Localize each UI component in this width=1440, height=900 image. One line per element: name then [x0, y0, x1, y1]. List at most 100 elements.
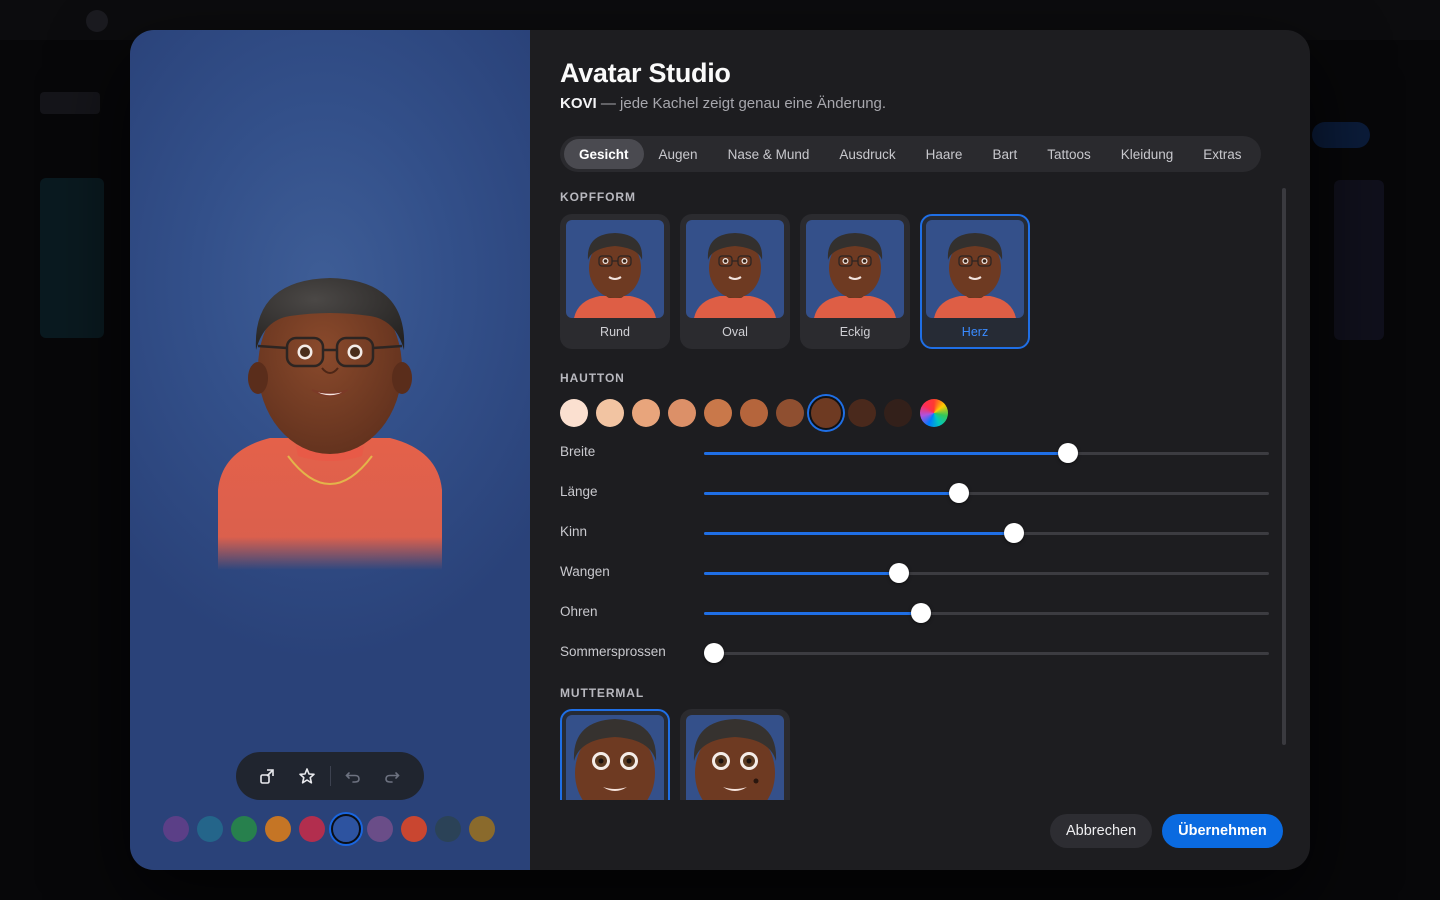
skin-tone-swatch[interactable]: [884, 399, 912, 427]
skin-tone-swatch[interactable]: [740, 399, 768, 427]
head-shape-thumbnail: [566, 220, 664, 318]
background-color-swatch[interactable]: [401, 816, 427, 842]
skin-tone-picker: [560, 396, 948, 430]
mole-options: [560, 709, 790, 800]
slider-track[interactable]: [704, 563, 1269, 583]
background-color-swatch[interactable]: [367, 816, 393, 842]
slider-fill: [704, 492, 960, 495]
tab-augen[interactable]: Augen: [644, 139, 713, 169]
skin-tone-swatch[interactable]: [776, 399, 804, 427]
slider-knob[interactable]: [911, 603, 932, 623]
tab-extras[interactable]: Extras: [1188, 139, 1256, 169]
tab-kleidung[interactable]: Kleidung: [1106, 139, 1189, 169]
skin-tone-swatch[interactable]: [632, 399, 660, 427]
avatar-preview: [130, 30, 530, 870]
slider-label: Breite: [560, 444, 596, 459]
shapes-icon[interactable]: [248, 756, 287, 796]
background-color-swatch[interactable]: [163, 816, 189, 842]
tab-nase-mund[interactable]: Nase & Mund: [713, 139, 825, 169]
slider-wangen: Wangen: [560, 563, 1270, 583]
slider-track[interactable]: [704, 603, 1269, 623]
slider-breite: Breite: [560, 443, 1270, 463]
tab-bart[interactable]: Bart: [977, 139, 1032, 169]
head-shape-label: Herz: [961, 325, 989, 339]
head-shape-thumbnail: [686, 220, 784, 318]
section-label-skin-tone: HAUTTON: [560, 371, 625, 385]
subtitle-text: — jede Kachel zeigt genau eine Änderung.: [600, 95, 887, 112]
skin-tone-swatch[interactable]: [668, 399, 696, 427]
background-color-swatch[interactable]: [197, 816, 223, 842]
background-color-swatch[interactable]: [299, 816, 325, 842]
slider-knob[interactable]: [1058, 443, 1079, 463]
avatar-studio-dialog: Avatar Studio KOVI — jede Kachel zeigt g…: [130, 30, 1310, 870]
slider-ohren: Ohren: [560, 603, 1270, 623]
background-color-swatch[interactable]: [469, 816, 495, 842]
slider-knob[interactable]: [704, 643, 724, 663]
skin-tone-swatch[interactable]: [560, 399, 588, 427]
undo-icon[interactable]: [333, 756, 372, 796]
background-button: [1312, 122, 1370, 148]
editor-panel: Avatar Studio KOVI — jede Kachel zeigt g…: [530, 30, 1310, 870]
redo-icon[interactable]: [373, 756, 412, 796]
slider-label: Wangen: [560, 564, 610, 579]
tab-haare[interactable]: Haare: [911, 139, 978, 169]
slider-label: Länge: [560, 484, 598, 499]
slider-track[interactable]: [704, 443, 1269, 463]
background-color-swatch[interactable]: [265, 816, 291, 842]
head-shape-label: Eckig: [839, 325, 871, 339]
background-color-swatch[interactable]: [231, 816, 257, 842]
tab-gesicht[interactable]: Gesicht: [564, 139, 644, 169]
apply-button[interactable]: Übernehmen: [1162, 814, 1283, 848]
slider-label: Sommersprossen: [560, 644, 666, 659]
head-shape-label: Rund: [600, 325, 630, 339]
mole-tile[interactable]: [560, 709, 670, 800]
slider-fill: [704, 612, 922, 615]
background-color-swatch[interactable]: [435, 816, 461, 842]
slider-track[interactable]: [704, 523, 1269, 543]
cancel-button[interactable]: Abbrechen: [1050, 814, 1153, 848]
preview-toolbar: [236, 752, 424, 800]
avatar-image: [218, 278, 442, 570]
skin-tone-swatch[interactable]: [704, 399, 732, 427]
slider-label: Kinn: [560, 524, 588, 539]
tab-tattoos[interactable]: Tattoos: [1032, 139, 1106, 169]
dialog-title: Avatar Studio: [560, 58, 731, 88]
head-shape-tile[interactable]: Rund: [560, 214, 670, 349]
skin-tone-swatch[interactable]: [809, 396, 843, 430]
head-shape-options: Rund Oval Eckig Herz: [560, 214, 1030, 349]
mole-thumbnail: [566, 715, 664, 800]
background-color-picker: [163, 814, 495, 844]
background-title: [40, 92, 100, 114]
slider-track[interactable]: [704, 643, 1269, 663]
slider-knob[interactable]: [1003, 523, 1024, 543]
category-tabs: Gesicht Augen Nase & Mund Ausdruck Haare Bart…: [560, 136, 1261, 172]
dialog-actions: Abbrechen Übernehmen: [1050, 814, 1283, 848]
slider-fill: [704, 572, 900, 575]
panel-scrollbar[interactable]: [1282, 188, 1286, 745]
slider-knob[interactable]: [949, 483, 970, 503]
slider-fill: [704, 452, 1069, 455]
section-label-head-shape: KOPFFORM: [560, 190, 636, 204]
slider-track[interactable]: [704, 483, 1269, 503]
head-shape-thumbnail: [806, 220, 904, 318]
dialog-subtitle: KOVI — jede Kachel zeigt genau eine Ände…: [560, 95, 886, 112]
background-color-swatch[interactable]: [331, 814, 361, 844]
custom-color-wheel-icon[interactable]: [920, 399, 948, 427]
slider-knob[interactable]: [889, 563, 910, 583]
skin-tone-swatch[interactable]: [596, 399, 624, 427]
section-label-mole: MUTTERMAL: [560, 686, 645, 700]
avatar-name: KOVI: [560, 95, 597, 112]
star-icon[interactable]: [287, 756, 326, 796]
tab-ausdruck[interactable]: Ausdruck: [824, 139, 910, 169]
slider-sommersprossen: Sommersprossen: [560, 643, 1270, 663]
toolbar-divider: [329, 766, 331, 786]
head-shape-tile[interactable]: Herz: [920, 214, 1030, 349]
mole-tile[interactable]: [680, 709, 790, 800]
head-shape-tile[interactable]: Eckig: [800, 214, 910, 349]
slider-kinn: Kinn: [560, 523, 1270, 543]
head-shape-tile[interactable]: Oval: [680, 214, 790, 349]
head-shape-thumbnail: [926, 220, 1024, 318]
head-shape-label: Oval: [722, 325, 748, 339]
skin-tone-swatch[interactable]: [848, 399, 876, 427]
slider-label: Ohren: [560, 604, 598, 619]
